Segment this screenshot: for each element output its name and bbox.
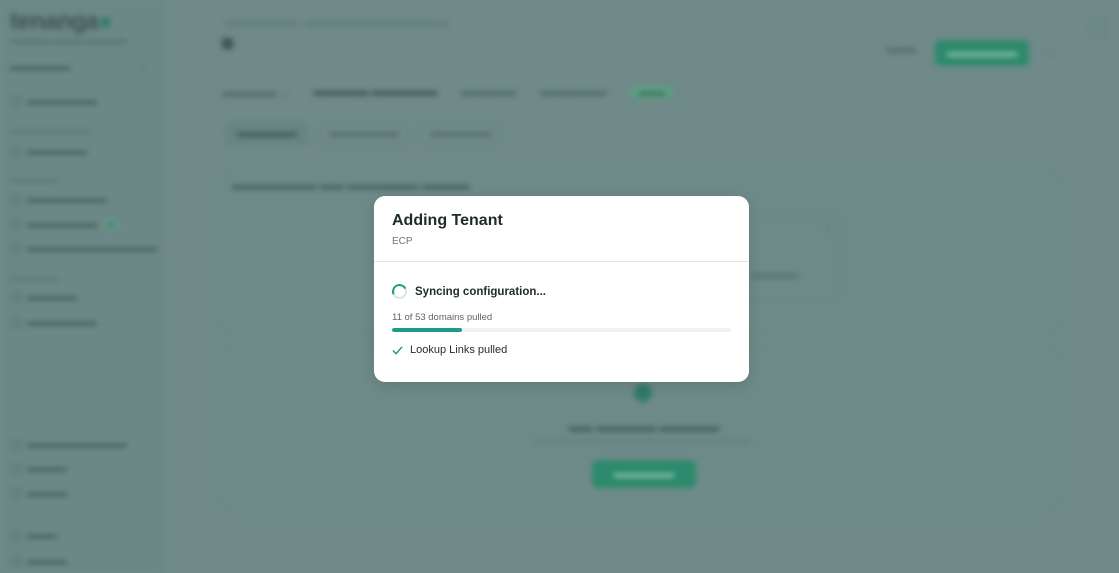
sidebar-section: ▬▬▬▬▬▬▬▬▬▬ [10, 126, 90, 135]
layers-icon [12, 220, 21, 229]
close-icon[interactable] [1090, 20, 1106, 36]
adding-tenant-modal: Adding Tenant ECP Syncing configuration.… [374, 196, 749, 382]
breadcrumb: ▬▬▬▬▬▬▬ › ▬▬▬▬▬▬▬▬▬▬▬▬▬ ▬ [226, 17, 448, 28]
sidebar-item[interactable]: ▬▬▬▬▬▬▬▬ [12, 219, 118, 230]
sidebar-item[interactable]: ▬▬▬▬▬▬ [12, 146, 87, 157]
tab-bar: ▬▬▬▬▬ ⌄ ▬▬▬▬▬ ▬▬▬▬▬▬ ▬▬▬▬▬ ▬▬▬▬▬▬ ▬▬▬ [222, 86, 674, 99]
sidebar-section: ▬▬▬▬▬▬ [10, 175, 58, 184]
subtab[interactable]: ▬▬▬▬▬▬ [226, 122, 308, 145]
chart-icon [12, 318, 21, 327]
sidebar-item[interactable]: ▬▬▬▬▬▬▬ [12, 317, 97, 328]
subtab[interactable]: ▬▬▬▬▬▬ [420, 122, 502, 145]
status-badge: ▬ [103, 220, 118, 229]
more-icon[interactable]: ⋯ [1044, 46, 1056, 60]
users-icon [12, 293, 21, 302]
empty-state-title: ▬▬ ▬▬▬▬▬ ▬▬▬▬▬ [568, 420, 720, 434]
grid-icon [12, 147, 21, 156]
tab-tag[interactable]: ▬▬▬ [630, 86, 674, 99]
completed-item: Lookup Links pulled [392, 344, 507, 356]
sidebar-item[interactable]: ▬▬▬ [12, 530, 57, 541]
modal-header: Adding Tenant ECP [374, 196, 749, 262]
modal-subtitle: ECP [392, 236, 413, 247]
progress-fill [392, 328, 463, 332]
empty-state-icon [634, 384, 652, 402]
placeholder-line [751, 273, 799, 279]
progress-bar [392, 328, 731, 332]
loading-spinner-icon [389, 281, 410, 302]
primary-button[interactable]: ▬▬▬▬▬▬▬ [935, 40, 1029, 66]
completed-item-label: Lookup Links pulled [410, 344, 508, 356]
card-title: ▬▬▬▬▬▬▬ ▬▬ ▬▬▬▬▬▬ ▬▬▬▬ [232, 178, 471, 192]
close-icon[interactable]: × [825, 223, 831, 234]
chevron-down-icon: ⌄ [137, 62, 146, 73]
gear-icon [12, 489, 21, 498]
sidebar-item[interactable]: ▬▬▬▬ [12, 556, 67, 567]
help-icon [12, 440, 21, 449]
sidebar-item[interactable]: ▬▬▬▬▬▬▬▬ [12, 194, 107, 205]
progress-label: 11 of 53 domains pulled [392, 312, 493, 323]
subtab[interactable]: ▬▬▬▬▬▬▬ [318, 122, 410, 145]
doc-icon [12, 464, 21, 473]
sidebar-section: ▬▬▬▬▬▬ [10, 273, 58, 282]
empty-state-subtitle [534, 438, 752, 446]
secondary-button[interactable]: ▬▬▬ [886, 44, 916, 55]
tab-active[interactable]: ▬▬▬▬▬ ▬▬▬▬▬▬ [313, 86, 437, 99]
home-icon [12, 97, 21, 106]
sync-status-row: Syncing configuration... [389, 281, 546, 302]
org-switcher[interactable]: ▬▬▬▬▬▬ ⌄ [10, 62, 150, 78]
page-icon [222, 38, 233, 49]
empty-state-button[interactable]: ▬▬▬▬▬▬ [592, 460, 696, 488]
settings-icon [12, 244, 21, 253]
sidebar: tenanga● ▬▬▬▬▬ ▬▬▬▬ ▬▬▬▬▬ ▬▬▬▬▬▬ ⌄ ▬▬▬▬▬▬… [0, 0, 162, 573]
tab[interactable]: ▬▬▬▬▬ [461, 86, 516, 99]
sidebar-item[interactable]: ▬▬▬▬▬ [12, 292, 77, 303]
list-icon [12, 195, 21, 204]
sidebar-item[interactable]: ▬▬▬▬ [12, 463, 67, 474]
sidebar-item[interactable]: ▬▬▬▬▬▬▬▬▬▬▬▬▬ [12, 243, 157, 254]
app-logo: tenanga● [10, 8, 113, 35]
logout-icon [12, 557, 21, 566]
sync-status-text: Syncing configuration... [415, 285, 546, 298]
tab[interactable]: ▬▬▬▬▬ ⌄ [222, 86, 289, 99]
modal-title: Adding Tenant [392, 212, 503, 229]
sub-tabs: ▬▬▬▬▬▬ ▬▬▬▬▬▬▬ ▬▬▬▬▬▬ [226, 122, 502, 145]
sidebar-item[interactable]: ▬▬▬▬ [12, 488, 67, 499]
logo-tagline: ▬▬▬▬▬ ▬▬▬▬ ▬▬▬▬▬ [10, 36, 127, 45]
tab[interactable]: ▬▬▬▬▬▬ [540, 86, 606, 99]
sidebar-item[interactable]: ▬▬▬▬▬▬▬ [12, 96, 97, 107]
sidebar-item[interactable]: ▬▬▬▬▬▬▬▬▬▬ [12, 439, 127, 450]
user-icon [12, 531, 21, 540]
check-icon [392, 346, 403, 354]
